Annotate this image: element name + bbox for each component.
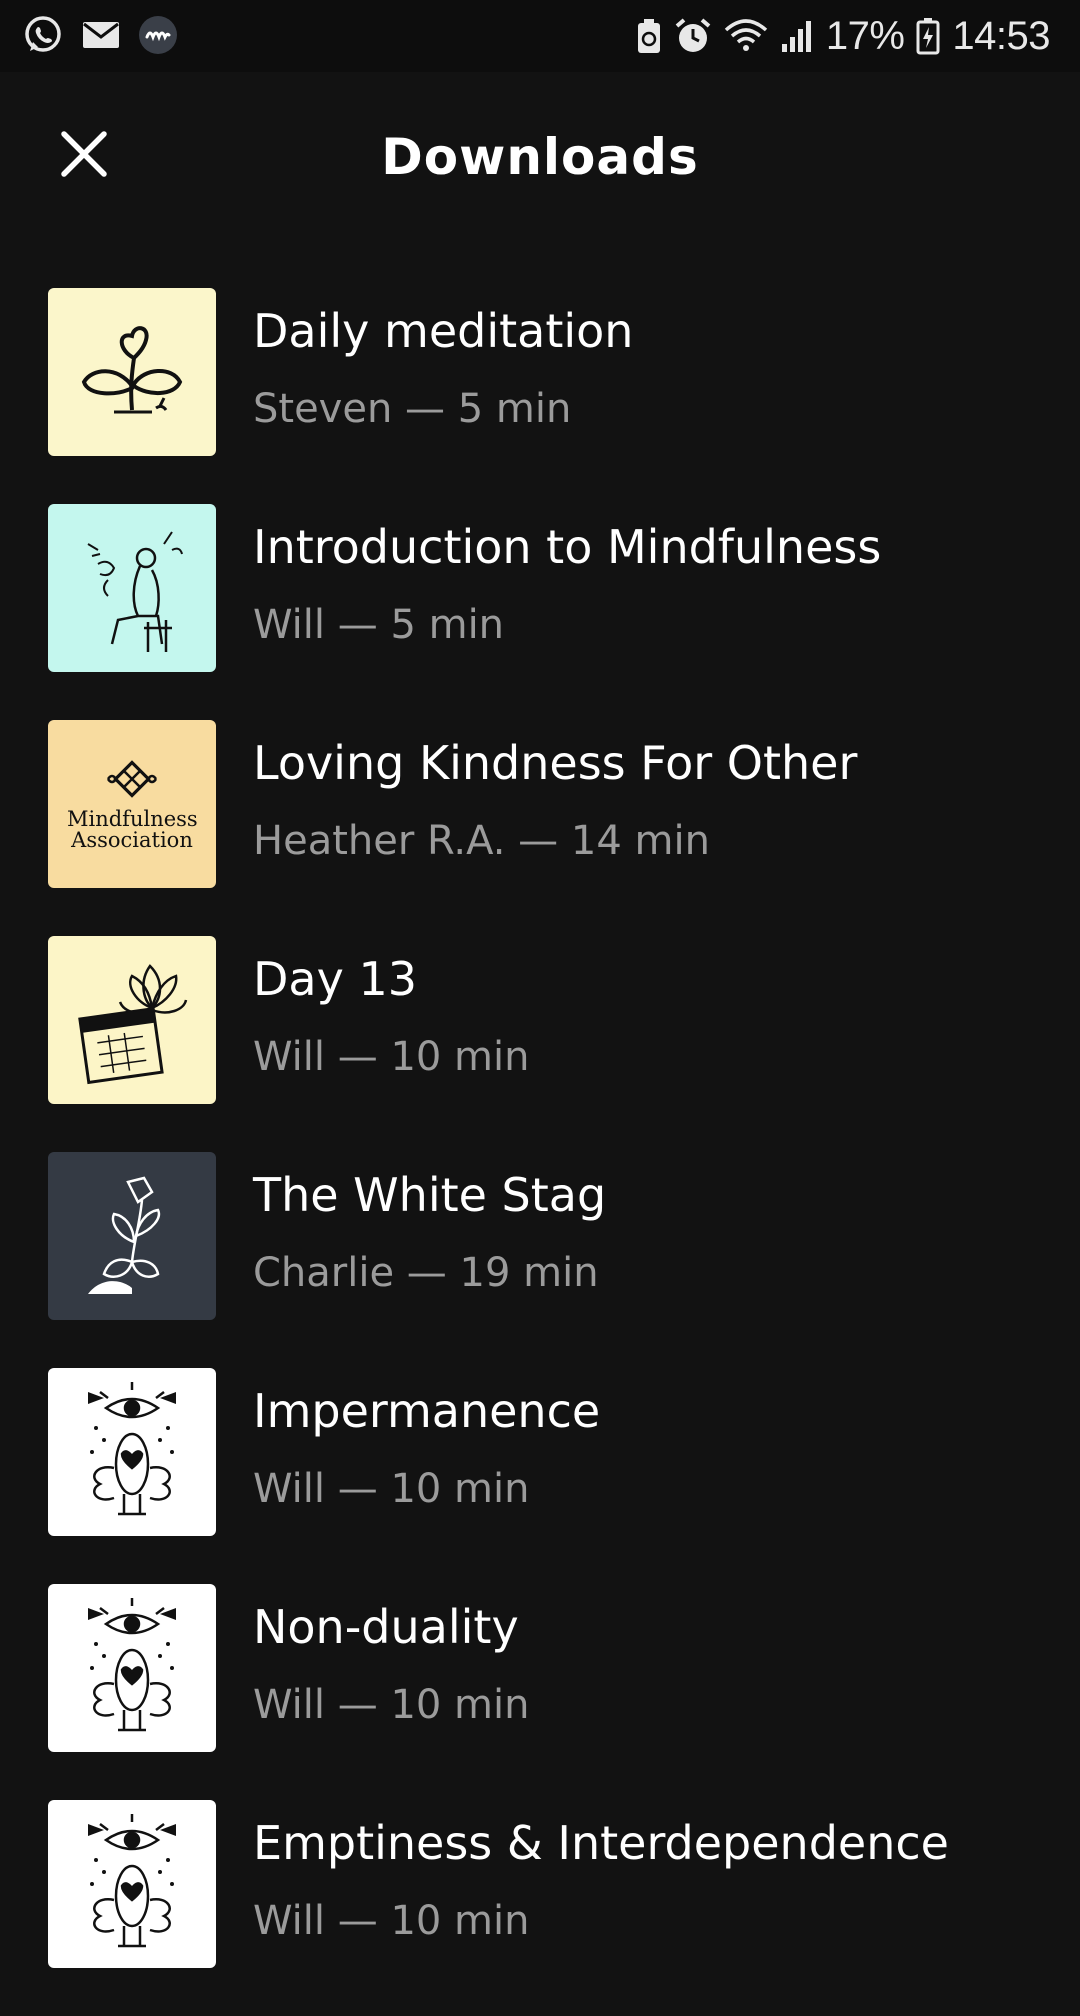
track-thumbnail xyxy=(48,1584,216,1752)
lotus-calendar-illustration xyxy=(78,964,188,1085)
endless-knot-icon xyxy=(106,760,158,798)
item-title: Non-duality xyxy=(253,1600,519,1654)
track-thumbnail xyxy=(48,1800,216,1968)
whatsapp-icon xyxy=(22,14,64,56)
item-title: Day 13 xyxy=(253,952,417,1006)
item-title: Impermanence xyxy=(253,1384,601,1438)
item-title: The White Stag xyxy=(253,1168,607,1222)
eye-figure-illustration xyxy=(88,1382,176,1516)
download-item[interactable]: Non-duality Will — 10 min xyxy=(0,1584,1080,1800)
page-title: Downloads xyxy=(381,128,699,186)
download-item[interactable]: Introduction to Mindfulness Will — 5 min xyxy=(0,504,1080,720)
track-thumbnail xyxy=(48,936,216,1104)
download-item[interactable]: Emptiness & Interdependence Will — 10 mi… xyxy=(0,1800,1080,2016)
mindfulness-association-logo: Mindfulness Association xyxy=(67,807,198,852)
signal-icon xyxy=(780,18,814,54)
track-thumbnail xyxy=(48,504,216,672)
wifi-icon xyxy=(724,18,768,54)
mail-icon xyxy=(82,20,120,50)
track-thumbnail xyxy=(48,1152,216,1320)
track-thumbnail xyxy=(48,288,216,456)
item-title: Emptiness & Interdependence xyxy=(253,1816,949,1870)
item-subtitle: Will — 10 min xyxy=(253,1682,530,1728)
battery-icon xyxy=(916,17,940,55)
item-subtitle: Heather R.A. — 14 min xyxy=(253,818,710,864)
seated-figure-illustration xyxy=(87,531,183,652)
download-item[interactable]: Mindfulness Association Loving Kindness … xyxy=(0,720,1080,936)
item-subtitle: Will — 10 min xyxy=(253,1466,530,1512)
downloads-list: Daily meditation Steven — 5 min Introduc… xyxy=(0,288,1080,2016)
download-item[interactable]: Impermanence Will — 10 min xyxy=(0,1368,1080,1584)
item-title: Daily meditation xyxy=(253,304,634,358)
download-item[interactable]: The White Stag Charlie — 19 min xyxy=(0,1152,1080,1368)
eye-figure-illustration xyxy=(88,1598,176,1732)
status-bar: 17% 14:53 xyxy=(0,0,1080,72)
item-subtitle: Will — 10 min xyxy=(253,1898,530,1944)
item-title: Loving Kindness For Other xyxy=(253,736,858,790)
track-thumbnail: Mindfulness Association xyxy=(48,720,216,888)
eye-figure-illustration xyxy=(88,1814,176,1948)
item-subtitle: Charlie — 19 min xyxy=(253,1250,599,1296)
download-item[interactable]: Daily meditation Steven — 5 min xyxy=(0,288,1080,504)
app-notification-icon xyxy=(138,15,178,55)
system-status: 17% 14:53 xyxy=(636,10,1050,62)
white-sketch-illustration xyxy=(88,1176,161,1294)
header: Downloads xyxy=(0,72,1080,248)
clock: 14:53 xyxy=(952,13,1050,58)
notification-icons xyxy=(22,14,178,56)
plant-heart-illustration xyxy=(81,326,183,414)
item-subtitle: Will — 5 min xyxy=(253,602,505,648)
alarm-icon xyxy=(674,17,712,55)
battery-percent: 17% xyxy=(825,13,905,58)
item-subtitle: Will — 10 min xyxy=(253,1034,530,1080)
battery-saver-icon xyxy=(636,18,662,54)
download-item[interactable]: Day 13 Will — 10 min xyxy=(0,936,1080,1152)
item-subtitle: Steven — 5 min xyxy=(253,386,572,432)
item-title: Introduction to Mindfulness xyxy=(253,520,882,574)
track-thumbnail xyxy=(48,1368,216,1536)
